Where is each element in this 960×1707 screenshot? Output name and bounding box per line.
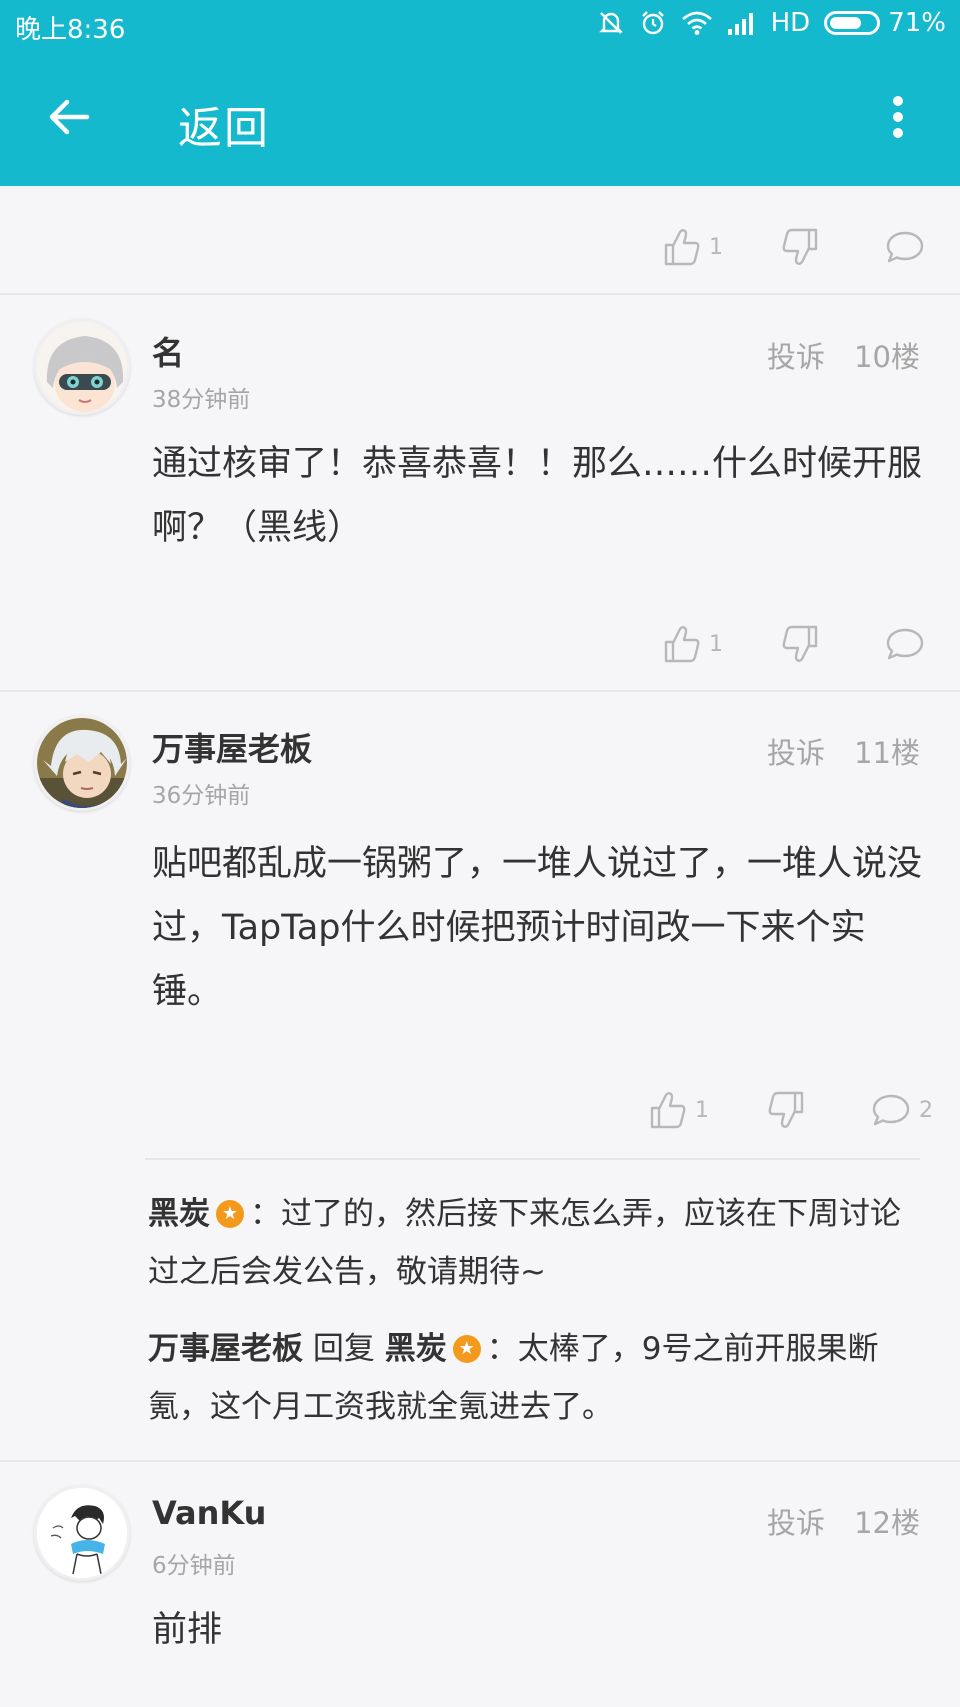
toolbar: 返回 [0,52,960,186]
like-button[interactable]: 1 [649,1085,709,1135]
status-icons: HD 71% [597,8,946,38]
status-bar: 晚上8:36 HD 71% [0,0,960,52]
thumbs-down-icon [782,625,818,662]
comment-button[interactable] [885,222,925,272]
avatar[interactable] [34,715,130,811]
report-button[interactable]: 投诉 [767,1500,825,1542]
star-badge-icon [216,1200,244,1228]
app-bar: 晚上8:36 HD 71% 返回 [0,0,960,186]
reply-username[interactable]: 黑炭 [148,1196,210,1232]
like-count: 1 [695,1097,709,1123]
comment-text: 前排 [152,1610,223,1650]
thumbs-up-icon [664,626,700,663]
battery-fill [830,17,862,29]
star-badge-icon [452,1335,481,1363]
battery-icon [824,11,881,35]
floor-number: 12楼 [854,1506,920,1540]
time-ago: 36分钟前 [152,783,251,809]
dislike-button[interactable] [767,1085,805,1135]
like-count: 1 [709,631,723,657]
comment-text: 通过核审了！恭喜恭喜！！那么……什么时候开服啊？（黑线） [152,444,923,548]
dislike-button[interactable] [781,619,819,669]
thumbs-down-icon [768,1091,804,1128]
username[interactable]: 名 [152,328,184,374]
report-button[interactable]: 投诉 [767,730,825,772]
signal-icon [727,11,757,35]
thumbs-down-icon [782,228,818,265]
comment-actions: 1 [0,222,960,272]
comment-bubble-icon [886,231,924,263]
reply-item[interactable]: 万事屋老板 回复 黑炭：太棒了，9号之前开服果断氪，这个月工资我就全氪进去了。 [148,1320,918,1436]
arrow-left-icon [49,99,90,135]
reply-to-label: 回复 [312,1331,375,1367]
reply-target-username[interactable]: 黑炭 [385,1331,447,1367]
reply-username[interactable]: 万事屋老板 [148,1331,303,1367]
dislike-button[interactable] [781,222,819,272]
back-button[interactable] [36,84,102,150]
username[interactable]: VanKu [152,1494,266,1532]
comment-button[interactable]: 2 [871,1085,933,1135]
like-button[interactable]: 1 [663,619,723,669]
report-button[interactable]: 投诉 [767,334,825,376]
thumbs-up-icon [664,229,700,266]
reply-divider [145,1158,920,1160]
comment-actions: 1 2 [0,1085,960,1135]
comment-bubble-icon [886,628,924,660]
network-type: HD [770,8,811,38]
thumbs-up-icon [650,1092,686,1129]
comment-actions: 1 [0,619,960,669]
comment-button[interactable] [885,619,925,669]
battery-percent: 71% [888,8,946,38]
anime-avatar-image [37,718,127,808]
alarm-icon [639,9,667,37]
status-time: 晚上8:36 [15,15,126,45]
reply-text: ：过了的，然后接下来怎么弄，应该在下周讨论过之后会发公告，敬请期待~ [148,1196,901,1290]
more-options-button[interactable] [868,82,928,152]
divider [0,690,960,692]
anime-avatar-image [37,322,127,412]
mute-icon [597,9,625,37]
wifi-icon [681,10,713,36]
avatar[interactable] [34,319,130,415]
divider [0,293,960,295]
sketch-avatar-image [37,1488,127,1578]
like-button[interactable]: 1 [663,222,723,272]
reply-count: 2 [919,1097,933,1123]
username[interactable]: 万事屋老板 [152,724,312,770]
comment-text: 贴吧都乱成一锅粥了，一堆人说过了，一堆人说没过，TapTap什么时候把预计时间改… [152,844,923,1012]
like-count: 1 [709,234,723,260]
time-ago: 6分钟前 [152,1553,236,1579]
more-vertical-icon [893,96,903,138]
page-title: 返回 [178,103,270,154]
divider [0,1460,960,1462]
floor-number: 10楼 [854,340,920,374]
battery-indicator: 71% [824,8,946,38]
time-ago: 38分钟前 [152,387,251,413]
floor-number: 11楼 [854,736,920,770]
avatar[interactable] [34,1485,130,1581]
reply-item[interactable]: 黑炭：过了的，然后接下来怎么弄，应该在下周讨论过之后会发公告，敬请期待~ [148,1185,918,1301]
comment-bubble-icon [872,1094,910,1126]
